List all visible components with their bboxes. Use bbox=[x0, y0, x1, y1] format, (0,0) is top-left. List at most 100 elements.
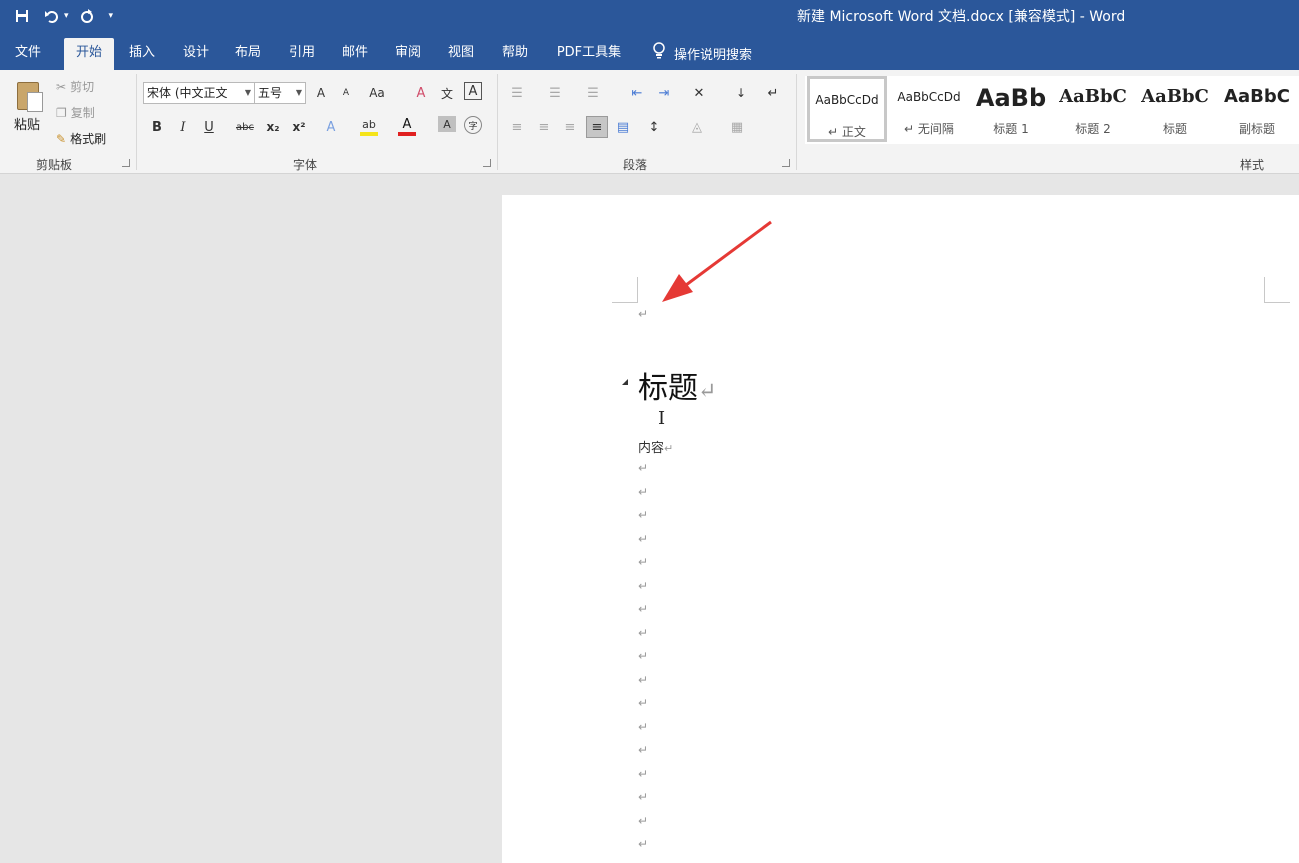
tab-insert[interactable]: 插入 bbox=[120, 38, 164, 70]
ibeam-cursor-icon: I bbox=[658, 408, 666, 429]
style-sample: AaBbC bbox=[1224, 86, 1290, 107]
sort-icon[interactable]: ↓ bbox=[732, 82, 750, 104]
align-center-icon[interactable]: ≡ bbox=[535, 116, 553, 138]
text-effects-icon[interactable]: A bbox=[322, 116, 340, 138]
paragraph-mark: ↵ bbox=[664, 442, 674, 455]
tab-mailings[interactable]: 邮件 bbox=[333, 38, 377, 70]
tab-home[interactable]: 开始 bbox=[64, 38, 114, 70]
empty-paragraph-mark: ↵ bbox=[638, 602, 649, 616]
style-title[interactable]: AaBbC 标题 bbox=[1135, 76, 1215, 142]
justify-icon[interactable]: ≡ bbox=[586, 116, 608, 138]
font-size-value: 五号 bbox=[258, 86, 283, 100]
phonetic-guide-icon[interactable]: 文 bbox=[438, 82, 456, 104]
save-icon[interactable] bbox=[10, 5, 34, 27]
show-marks-icon[interactable]: ↵ bbox=[764, 82, 782, 104]
clipboard-group-label: 剪贴板 bbox=[36, 158, 73, 172]
empty-paragraph-mark: ↵ bbox=[638, 696, 649, 710]
style-name: 副标题 bbox=[1238, 122, 1275, 136]
decrease-indent-icon[interactable]: ⇤ bbox=[628, 82, 646, 104]
heading-paragraph[interactable]: 标题↵ bbox=[638, 363, 716, 407]
tab-pdf-tools[interactable]: PDF工具集 bbox=[548, 38, 630, 70]
chinese-layout-icon[interactable]: ✕ bbox=[690, 82, 708, 104]
shrink-font-icon[interactable]: A bbox=[337, 82, 355, 104]
font-launcher-icon[interactable] bbox=[483, 159, 491, 167]
copy-button[interactable]: ❐ 复制 bbox=[56, 104, 95, 121]
paste-button[interactable]: 粘贴 bbox=[14, 114, 40, 133]
borders-icon[interactable]: ▦ bbox=[728, 116, 746, 138]
align-left-icon[interactable]: ≡ bbox=[508, 116, 526, 138]
bullets-icon[interactable]: ☰ bbox=[508, 82, 526, 104]
empty-paragraph-mark: ↵ bbox=[638, 766, 649, 781]
scissors-icon: ✂ bbox=[56, 79, 67, 94]
enclose-char-icon[interactable]: 字 bbox=[464, 116, 482, 134]
tell-me-search[interactable]: 操作说明搜索 bbox=[652, 38, 752, 68]
underline-button[interactable]: U bbox=[200, 116, 218, 138]
empty-paragraph-mark: ↵ bbox=[638, 484, 649, 499]
font-name-combo[interactable]: 宋体 (中文正文 ▼ bbox=[143, 82, 255, 104]
clipboard-launcher-icon[interactable] bbox=[122, 159, 130, 167]
collapse-triangle-icon[interactable] bbox=[622, 379, 628, 385]
cut-label: 剪切 bbox=[70, 80, 95, 94]
increase-indent-icon[interactable]: ⇥ bbox=[655, 82, 673, 104]
style-name-text: 正文 bbox=[841, 125, 866, 139]
font-size-combo[interactable]: 五号 ▼ bbox=[254, 82, 306, 104]
strikethrough-button[interactable]: abc bbox=[236, 116, 254, 138]
title-bar: ▾ ▾ 新建 Microsoft Word 文档.docx [兼容模式] - W… bbox=[0, 0, 1299, 32]
italic-button[interactable]: I bbox=[174, 116, 192, 138]
empty-paragraph-mark: ↵ bbox=[638, 461, 649, 475]
change-case-button[interactable]: Aa bbox=[368, 82, 386, 104]
paragraph-launcher-icon[interactable] bbox=[782, 159, 790, 167]
document-page[interactable]: ↵ 标题↵ I 内容↵ ↵ ↵ ↵ ↵ ↵ ↵ ↵ ↵ ↵ ↵ ↵ ↵ ↵ ↵ ↵ ↵ ↵ bbox=[502, 195, 1299, 863]
bold-button[interactable]: B bbox=[148, 116, 166, 138]
style-heading-1[interactable]: AaBb 标题 1 bbox=[971, 76, 1051, 142]
line-spacing-icon[interactable]: ↕ bbox=[645, 116, 663, 138]
char-border-icon[interactable]: A bbox=[464, 82, 482, 100]
tab-review[interactable]: 审阅 bbox=[386, 38, 430, 70]
ribbon: 粘贴 ✂ 剪切 ❐ 复制 ✎ 格式刷 剪贴板 宋体 (中文正文 ▼ 五号 ▼ A A… bbox=[0, 70, 1299, 174]
style-heading-2[interactable]: AaBbC 标题 2 bbox=[1053, 76, 1133, 142]
empty-paragraph-mark: ↵ bbox=[638, 531, 649, 546]
tab-design[interactable]: 设计 bbox=[174, 38, 218, 70]
undo-dropdown-icon[interactable]: ▾ bbox=[64, 11, 69, 21]
style-normal[interactable]: AaBbCcDd ↵ 正文 bbox=[807, 76, 887, 142]
cut-button[interactable]: ✂ 剪切 bbox=[56, 78, 94, 95]
tab-file[interactable]: 文件 bbox=[6, 38, 50, 70]
undo-icon[interactable] bbox=[40, 5, 64, 27]
redo-icon[interactable] bbox=[75, 5, 99, 27]
paragraph-group-label: 段落 bbox=[623, 158, 648, 172]
style-subtitle[interactable]: AaBbC 副标题 bbox=[1217, 76, 1297, 142]
tab-references[interactable]: 引用 bbox=[280, 38, 324, 70]
multilevel-list-icon[interactable]: ☰ bbox=[584, 82, 602, 104]
char-shading-icon[interactable]: A bbox=[438, 116, 456, 132]
highlight-icon[interactable]: ab bbox=[360, 116, 378, 136]
paintbrush-icon: ✎ bbox=[56, 131, 67, 146]
style-name: 标题 1 bbox=[993, 122, 1029, 136]
format-painter-button[interactable]: ✎ 格式刷 bbox=[56, 130, 106, 147]
grow-font-icon[interactable]: A bbox=[312, 82, 330, 104]
customize-qat-icon[interactable]: ▾ bbox=[109, 11, 114, 21]
style-name: 标题 bbox=[1162, 122, 1187, 136]
clear-formatting-icon[interactable]: A bbox=[412, 82, 430, 104]
superscript-button[interactable]: x² bbox=[290, 116, 308, 138]
subscript-button[interactable]: x₂ bbox=[264, 116, 282, 138]
shading-icon[interactable]: ◬ bbox=[688, 116, 706, 138]
heading-text: 标题 bbox=[638, 371, 698, 406]
document-canvas[interactable]: ↵ 标题↵ I 内容↵ ↵ ↵ ↵ ↵ ↵ ↵ ↵ ↵ ↵ ↵ ↵ ↵ ↵ ↵ ↵ ↵ ↵ bbox=[0, 175, 1299, 863]
empty-paragraph-mark: ↵ bbox=[638, 649, 649, 663]
paste-icon[interactable] bbox=[14, 80, 44, 114]
content-text: 内容 bbox=[638, 441, 665, 456]
tab-help[interactable]: 帮助 bbox=[493, 38, 537, 70]
divider bbox=[497, 74, 498, 170]
font-color-icon[interactable]: A bbox=[398, 116, 416, 136]
tab-layout[interactable]: 布局 bbox=[226, 38, 270, 70]
ribbon-tabs: 文件 开始 插入 设计 布局 引用 邮件 审阅 视图 帮助 PDF工具集 操作说… bbox=[0, 32, 1299, 70]
content-paragraph[interactable]: 内容↵ bbox=[638, 437, 673, 456]
numbering-icon[interactable]: ☰ bbox=[546, 82, 564, 104]
distributed-icon[interactable]: ▤ bbox=[614, 116, 632, 138]
style-no-spacing[interactable]: AaBbCcDd ↵ 无间隔 bbox=[889, 76, 969, 142]
tab-view[interactable]: 视图 bbox=[439, 38, 483, 70]
align-right-icon[interactable]: ≡ bbox=[561, 116, 579, 138]
style-name: 标题 2 bbox=[1075, 122, 1111, 136]
font-group-label: 字体 bbox=[293, 158, 318, 172]
margin-corner-marker bbox=[1264, 277, 1290, 303]
